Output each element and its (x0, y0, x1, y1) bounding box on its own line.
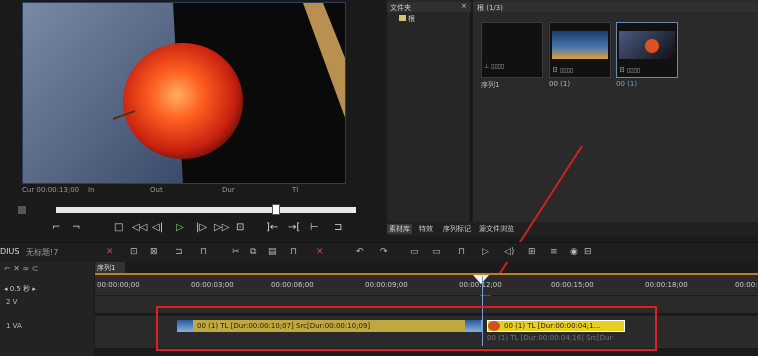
track-tools: ⌐ ✕ ∞ ⊂ (4, 264, 39, 273)
thumb-clip-selected[interactable]: 日 ▯▯▯▯ (616, 22, 678, 78)
video-frame (22, 2, 346, 184)
apple-image (23, 3, 345, 183)
tool-button-5[interactable]: ⊓ (200, 247, 207, 257)
timeline-ruler[interactable]: 00:00:00;00 00:00:03;00 00:00:06;00 00:0… (95, 275, 758, 295)
tab-sequence-markers[interactable]: 序列标记 (443, 224, 471, 234)
ruler-label: 00:00:06;00 (271, 281, 314, 289)
redo-icon[interactable]: ↷ (380, 247, 388, 257)
grid-icon[interactable]: ⊞ (528, 247, 536, 257)
sequence-tab[interactable]: 序列1 (95, 262, 125, 273)
ruler-label: 00:00:09;00 (365, 281, 408, 289)
undo-icon[interactable]: ↶ (356, 247, 364, 257)
stop-button[interactable]: □ (114, 222, 123, 233)
tool-button-10[interactable]: ▷ (482, 247, 489, 257)
step-forward-button[interactable]: |▷ (196, 222, 207, 233)
tab-library[interactable]: 素材库 (387, 224, 412, 234)
delete-icon[interactable]: ✕ (316, 247, 324, 257)
mark-out-button[interactable]: ¬ (72, 222, 80, 233)
in-label: In (88, 186, 95, 194)
project-name: 无标题!7 (26, 248, 59, 257)
tool-button-7[interactable]: ▭ (410, 247, 419, 257)
tool-button-2[interactable]: ⊡ (130, 247, 138, 257)
folder-panel-header: 文件夹 × (387, 2, 471, 12)
folder-panel: 文件夹 × 根 (387, 0, 471, 222)
thumb-clip-caption: 00 (1) (549, 80, 571, 88)
thumb-clip[interactable]: 日 ▯▯▯▯ (549, 22, 611, 78)
out-label: Out (150, 186, 163, 194)
tool-button-9[interactable]: ⊓ (458, 247, 465, 257)
tool-button-8[interactable]: ▭ (432, 247, 441, 257)
asset-path: 根 (1/3) (477, 4, 503, 12)
current-timecode: Cur 00:00:13;00 (22, 186, 80, 194)
tool-button-11[interactable]: ≡ (550, 247, 558, 257)
tool-button-3[interactable]: ⊠ (150, 247, 158, 257)
mark-in-button[interactable]: ⌐ (52, 222, 60, 233)
insert-button[interactable]: ]← (266, 222, 278, 233)
rewind-button[interactable]: ◁◁ (132, 222, 147, 233)
track-header-panel: ⌐ ✕ ∞ ⊂ ◂ 0.5 秒 ▸ 2 V 1 VA (0, 262, 94, 356)
paste-icon[interactable]: ▤ (268, 247, 277, 257)
tool-button-4[interactable]: ⊐ (175, 247, 183, 257)
zoom-value: 0.5 秒 (9, 285, 31, 293)
ruler-label: 00:00:03;00 (191, 281, 234, 289)
copy-icon[interactable]: ⧉ (250, 247, 256, 257)
thumb-clip-markers: 日 ▯▯▯▯ (552, 67, 574, 74)
close-icon[interactable]: × (461, 2, 467, 10)
scrub-start (18, 206, 26, 214)
sequence-tab-label: 序列1 (97, 264, 116, 272)
track-va-label: 1 VA (6, 322, 22, 330)
folder-icon (399, 15, 406, 21)
timeline-toolbar: DIUS 无标题!7 ✕ ⊡ ⊠ ⊐ ⊓ ✂ ⧉ ▤ ⊓ ✕ ↶ ↷ ▭ ▭ ⊓… (0, 242, 758, 262)
audio-icon[interactable]: ◁) (504, 247, 514, 257)
scrub-track[interactable] (56, 207, 356, 213)
ruler-label: 00:00:21 (735, 281, 758, 289)
tool-button-6[interactable]: ⊓ (290, 247, 297, 257)
annotation-box (156, 306, 657, 351)
folder-root-label: 根 (408, 15, 415, 23)
ruler-label: 00:00:18;00 (645, 281, 688, 289)
thumb-sequence[interactable]: ⊥ ▯▯▯▯ (481, 22, 543, 78)
play-button[interactable]: ▷ (176, 222, 184, 233)
ruler-label: 00:00:00;00 (97, 281, 140, 289)
scrub-bar[interactable] (18, 204, 358, 216)
thumb-selected-image (619, 31, 675, 59)
overwrite-button[interactable]: →[ (288, 222, 300, 233)
thumb-apple (645, 39, 659, 53)
tool-button-1[interactable]: ✕ (106, 247, 114, 257)
step-back-button[interactable]: ◁| (152, 222, 163, 233)
record-icon[interactable]: ◉ (570, 247, 578, 257)
transport-controls: ⌐ ¬ □ ◁◁ ◁| ▷ |▷ ▷▷ ⊡ ]← →[ ⊢ ⊐ (44, 222, 384, 238)
thumb-sequence-markers: ⊥ ▯▯▯▯ (484, 63, 505, 70)
settings-icon[interactable]: ⊟ (584, 247, 592, 257)
tl-label: Tl (292, 186, 299, 194)
ruler-label: 00:00:15;00 (551, 281, 594, 289)
trim-button[interactable]: ⊢ (310, 222, 319, 233)
timecode-bar: Cur 00:00:13;00 In Out Dur Tl (22, 186, 346, 196)
playhead-marker[interactable] (473, 275, 489, 285)
thumb-selected-caption: 00 (1) (616, 80, 638, 88)
thumb-clip-image (552, 31, 608, 59)
thumb-sequence-caption: 序列1 (481, 81, 500, 89)
loop-button[interactable]: ⊡ (236, 222, 244, 233)
folder-panel-title: 文件夹 (390, 4, 411, 12)
tab-effects[interactable]: 特效 (419, 224, 433, 234)
cut-icon[interactable]: ✂ (232, 247, 240, 257)
dur-label: Dur (222, 186, 235, 194)
scrub-handle[interactable] (272, 204, 280, 215)
app-label: DIUS (0, 247, 20, 256)
export-button[interactable]: ⊐ (334, 222, 342, 233)
folder-root[interactable]: 根 (399, 14, 415, 24)
preview-panel: Cur 00:00:13;00 In Out Dur Tl ⌐ ¬ □ ◁◁ ◁… (0, 0, 384, 233)
fast-forward-button[interactable]: ▷▷ (214, 222, 229, 233)
zoom-control[interactable]: ◂ 0.5 秒 ▸ (4, 284, 36, 294)
track-v-label: 2 V (6, 298, 18, 306)
thumb-selected-markers: 日 ▯▯▯▯ (619, 67, 641, 74)
asset-path-bar: 根 (1/3) (473, 2, 758, 12)
